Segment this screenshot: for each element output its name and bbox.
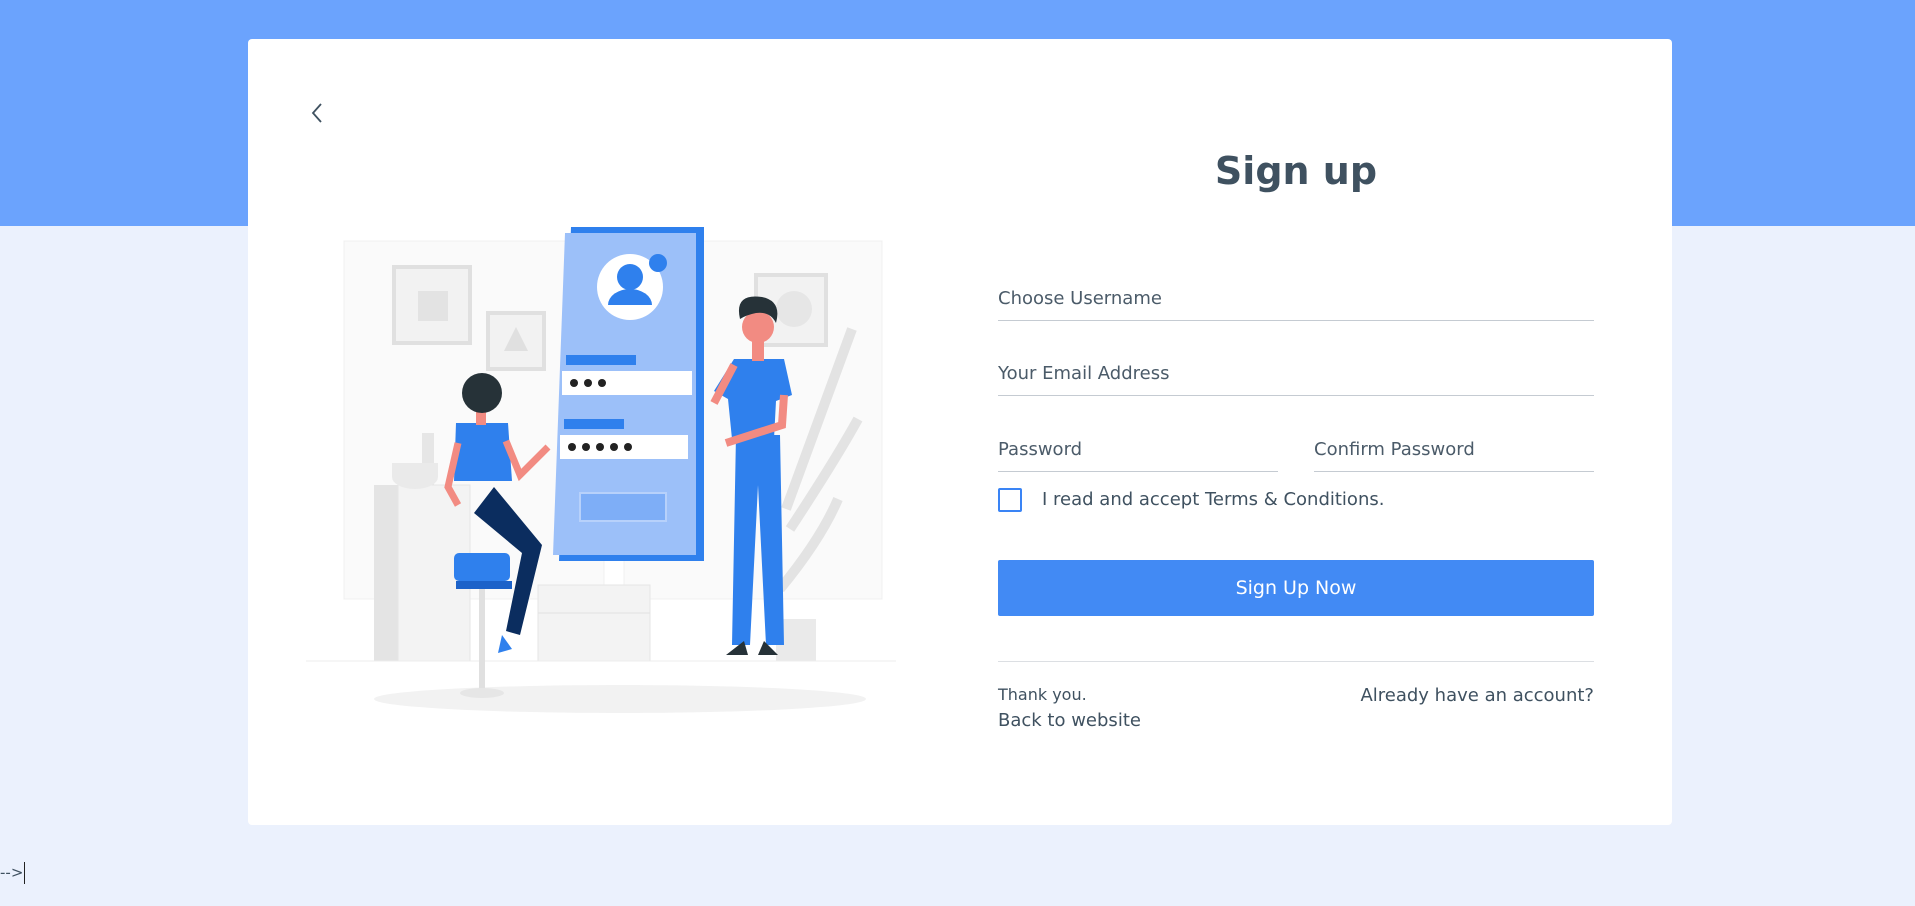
stray-text: --> <box>0 862 26 884</box>
username-input[interactable] <box>998 277 1594 321</box>
signup-illustration <box>306 227 896 713</box>
stray-comment-text: --> <box>0 863 24 882</box>
back-to-website-link[interactable]: Back to website <box>998 710 1141 731</box>
terms-label: I read and accept Terms & Conditions. <box>1042 489 1385 510</box>
sign-up-button[interactable]: Sign Up Now <box>998 560 1594 616</box>
login-link[interactable]: Already have an account? <box>1360 685 1594 706</box>
text-caret <box>24 862 26 884</box>
signup-card: Sign up I read and accept Terms & Condit… <box>248 39 1672 825</box>
chevron-left-icon <box>311 103 322 123</box>
terms-checkbox[interactable] <box>998 488 1022 512</box>
page-title: Sign up <box>1214 149 1378 193</box>
back-button[interactable] <box>302 98 332 128</box>
email-input[interactable] <box>998 352 1594 396</box>
password-input[interactable] <box>998 428 1278 472</box>
confirm-password-input[interactable] <box>1314 428 1594 472</box>
thanks-text: Thank you. <box>998 685 1087 704</box>
divider <box>998 661 1594 662</box>
